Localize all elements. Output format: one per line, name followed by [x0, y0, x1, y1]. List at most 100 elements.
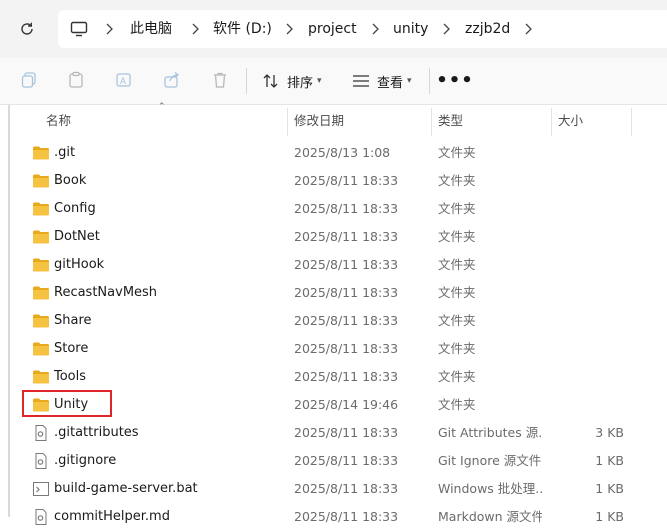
more-options-button[interactable]: •••	[436, 70, 473, 91]
file-modified-date: 2025/8/11 18:33	[294, 341, 399, 356]
file-row-gitattributes[interactable]: .gitattributes 2025/8/11 18:33 Git Attribu…	[22, 419, 662, 447]
file-size: 1 KB	[595, 481, 624, 496]
file-row-share[interactable]: Share 2025/8/11 18:33 文件夹	[22, 307, 662, 335]
navigation-pane-edge[interactable]	[8, 105, 10, 517]
file-row-store[interactable]: Store 2025/8/11 18:33 文件夹	[22, 335, 662, 363]
highlight-box-unity	[22, 390, 112, 417]
folder-icon	[33, 146, 49, 160]
file-type: 文件夹	[438, 145, 476, 160]
paste-icon	[69, 71, 83, 88]
trash-icon	[214, 72, 226, 88]
file-name: .gitattributes	[54, 425, 139, 440]
computer-icon[interactable]	[70, 20, 88, 38]
column-header-name[interactable]: 名称	[46, 105, 71, 135]
chevron-right-icon[interactable]	[190, 23, 200, 35]
sort-button[interactable]: 排序 ▾	[262, 69, 322, 93]
svg-text:A: A	[120, 76, 126, 86]
copy-icon	[21, 72, 36, 88]
column-header-type[interactable]: 类型	[438, 105, 463, 135]
rename-icon: A	[116, 73, 131, 87]
chevron-right-icon[interactable]	[523, 23, 533, 35]
file-row-commithelper-md[interactable]: commitHelper.md 2025/8/11 18:33 Markdown 源…	[22, 503, 662, 531]
chevron-down-icon: ▾	[317, 76, 322, 86]
column-divider[interactable]	[551, 108, 552, 136]
file-type: Windows 批处理...	[438, 481, 542, 496]
breadcrumb[interactable]: 此电脑 软件 (D:) project unity zzjb2d	[58, 10, 667, 48]
file-row-git[interactable]: .git 2025/8/13 1:08 文件夹	[22, 139, 662, 167]
address-bar-area: 此电脑 软件 (D:) project unity zzjb2d	[0, 0, 667, 58]
sort-label: 排序	[287, 75, 314, 91]
file-modified-date: 2025/8/11 18:33	[294, 425, 399, 440]
file-row-book[interactable]: Book 2025/8/11 18:33 文件夹	[22, 167, 662, 195]
file-name: gitHook	[54, 257, 105, 272]
refresh-button[interactable]	[13, 15, 41, 43]
view-icon	[353, 75, 369, 87]
toolbar-divider	[246, 68, 247, 94]
file-name: DotNet	[54, 229, 100, 244]
share-button[interactable]	[162, 70, 182, 90]
file-row-unity[interactable]: Unity 2025/8/14 19:46 文件夹	[22, 391, 662, 419]
file-row-build-game-server-bat[interactable]: build-game-server.bat 2025/8/11 18:33 Wind…	[22, 475, 662, 503]
toolbar-divider	[429, 68, 430, 94]
breadcrumb-item-project[interactable]: project	[308, 10, 357, 48]
file-name: build-game-server.bat	[54, 481, 198, 496]
text-file-icon	[35, 509, 47, 525]
file-name: Config	[54, 201, 96, 216]
file-row-dotnet[interactable]: DotNet 2025/8/11 18:33 文件夹	[22, 223, 662, 251]
file-name: .gitignore	[54, 453, 117, 468]
file-row-gitignore[interactable]: .gitignore 2025/8/11 18:33 Git Ignore 源文件 1…	[22, 447, 662, 475]
file-size: 3 KB	[595, 425, 624, 440]
column-divider[interactable]	[631, 108, 632, 136]
folder-icon	[33, 258, 49, 272]
breadcrumb-item-unity[interactable]: unity	[393, 10, 428, 48]
delete-button[interactable]	[210, 70, 230, 90]
column-divider[interactable]	[287, 108, 288, 136]
copy-button[interactable]	[19, 70, 39, 90]
file-row-tools[interactable]: Tools 2025/8/11 18:33 文件夹	[22, 363, 662, 391]
rename-button[interactable]: A	[114, 70, 134, 90]
column-header-modified[interactable]: 修改日期	[294, 105, 344, 135]
file-name: commitHelper.md	[54, 509, 170, 524]
file-row-config[interactable]: Config 2025/8/11 18:33 文件夹	[22, 195, 662, 223]
file-name: RecastNavMesh	[54, 285, 158, 300]
file-type: 文件夹	[438, 201, 476, 216]
file-name: Share	[54, 313, 92, 328]
file-modified-date: 2025/8/11 18:33	[294, 369, 399, 384]
file-modified-date: 2025/8/13 1:08	[294, 145, 391, 160]
view-label: 查看	[377, 75, 404, 91]
paste-button[interactable]	[66, 70, 86, 90]
file-type: 文件夹	[438, 369, 476, 384]
breadcrumb-item-drive[interactable]: 软件 (D:)	[213, 10, 272, 48]
file-row-githook[interactable]: gitHook 2025/8/11 18:33 文件夹	[22, 251, 662, 279]
folder-icon	[33, 174, 49, 188]
file-modified-date: 2025/8/14 19:46	[294, 397, 399, 412]
folder-icon	[33, 314, 49, 328]
chevron-right-icon[interactable]	[441, 23, 451, 35]
file-modified-date: 2025/8/11 18:33	[294, 285, 399, 300]
file-type: Git Attributes 源...	[438, 425, 542, 440]
text-file-icon	[35, 453, 47, 469]
column-header-size[interactable]: 大小	[558, 105, 583, 135]
file-name: .git	[54, 145, 76, 160]
file-type: 文件夹	[438, 229, 476, 244]
file-modified-date: 2025/8/11 18:33	[294, 509, 399, 524]
file-type: 文件夹	[438, 313, 476, 328]
file-modified-date: 2025/8/11 18:33	[294, 257, 399, 272]
file-row-recastnavmesh[interactable]: RecastNavMesh 2025/8/11 18:33 文件夹	[22, 279, 662, 307]
breadcrumb-item-zzjb2d[interactable]: zzjb2d	[465, 10, 510, 48]
chevron-right-icon[interactable]	[370, 23, 380, 35]
file-modified-date: 2025/8/11 18:33	[294, 453, 399, 468]
column-divider[interactable]	[431, 108, 432, 136]
folder-icon	[33, 286, 49, 300]
share-icon	[164, 72, 180, 88]
file-type: 文件夹	[438, 257, 476, 272]
breadcrumb-item-this-pc[interactable]: 此电脑	[130, 10, 172, 48]
chevron-right-icon[interactable]	[104, 23, 114, 35]
chevron-right-icon[interactable]	[284, 23, 294, 35]
file-name: Book	[54, 173, 87, 188]
file-type: 文件夹	[438, 397, 476, 412]
batch-file-icon	[33, 482, 49, 496]
file-type: 文件夹	[438, 173, 476, 188]
view-button[interactable]: 查看 ▾	[352, 69, 412, 93]
file-size: 1 KB	[595, 509, 624, 524]
